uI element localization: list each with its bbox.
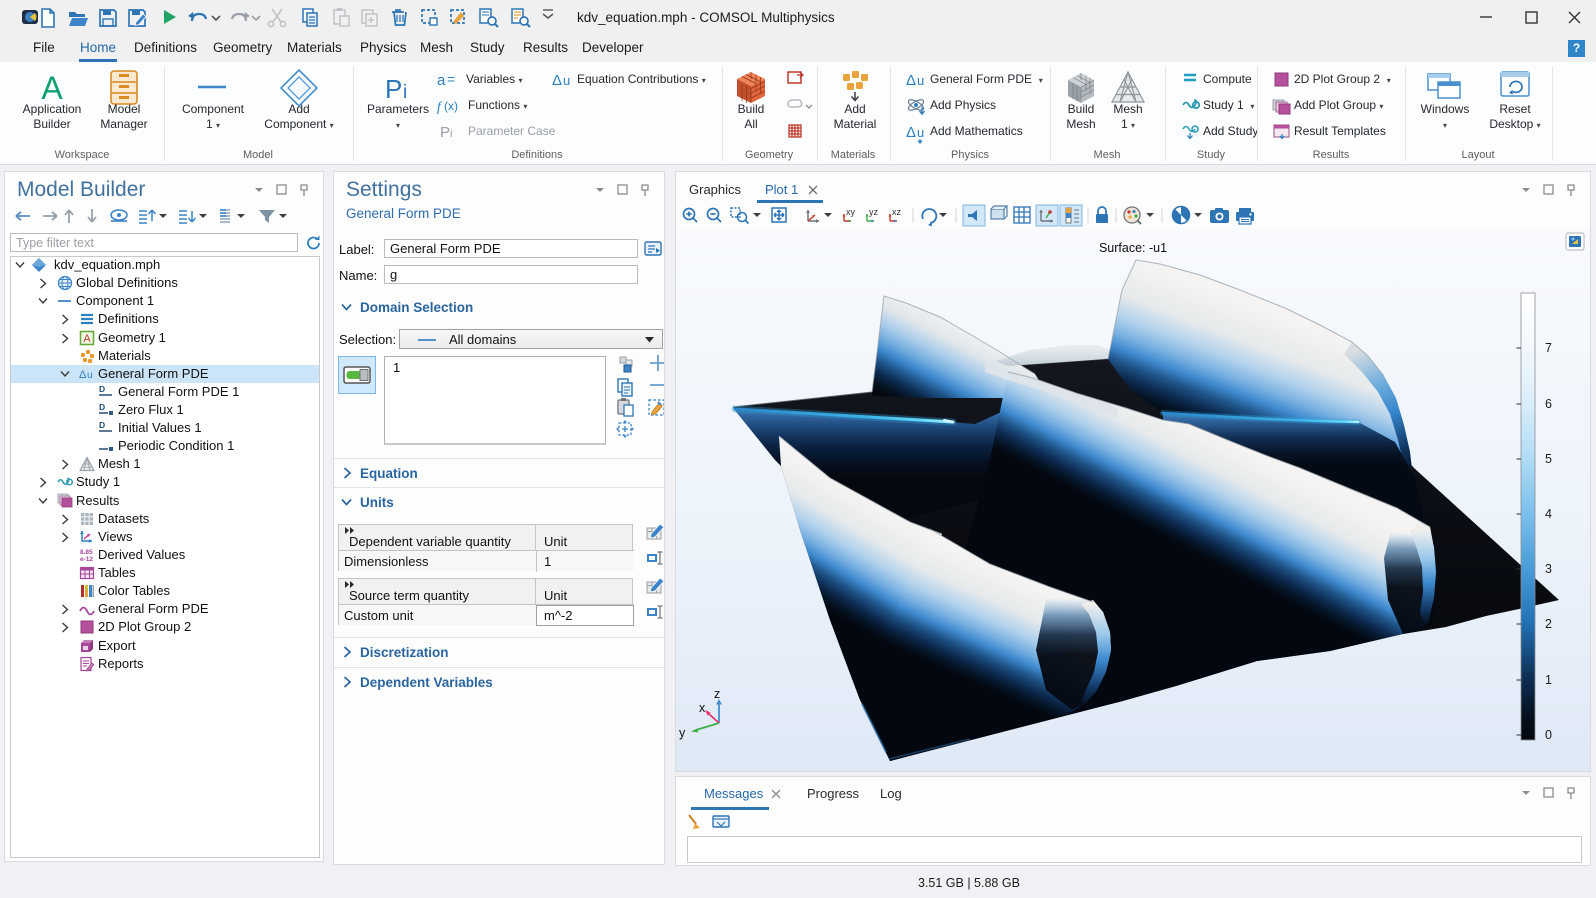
svg-text:z: z xyxy=(714,687,720,701)
svg-text:xz: xz xyxy=(892,207,902,217)
svg-text:3: 3 xyxy=(1545,562,1552,576)
svg-text:Δ: Δ xyxy=(79,369,87,381)
svg-text:A: A xyxy=(83,333,91,345)
svg-text:xy: xy xyxy=(846,207,856,217)
svg-text:(x): (x) xyxy=(444,99,458,113)
svg-text:yz: yz xyxy=(869,207,879,217)
svg-text:i: i xyxy=(403,82,407,103)
svg-text:6: 6 xyxy=(1545,397,1552,411)
svg-text:u: u xyxy=(87,370,93,381)
svg-text:Δ: Δ xyxy=(906,72,916,89)
svg-text:5: 5 xyxy=(1545,452,1552,466)
svg-text:Δ: Δ xyxy=(906,124,916,141)
svg-text:u: u xyxy=(563,73,570,88)
svg-text:D: D xyxy=(99,420,105,430)
svg-text:y: y xyxy=(679,726,686,740)
svg-text:1: 1 xyxy=(1545,673,1552,687)
svg-text:x: x xyxy=(699,701,706,715)
svg-text:D: D xyxy=(99,384,105,394)
svg-text:a: a xyxy=(437,72,446,89)
svg-text:0: 0 xyxy=(1545,728,1552,742)
svg-text:Δ: Δ xyxy=(552,72,562,89)
svg-text:u: u xyxy=(917,73,924,88)
svg-text:7: 7 xyxy=(1545,341,1552,355)
svg-text:D: D xyxy=(99,402,105,412)
svg-text:2: 2 xyxy=(1545,617,1552,631)
svg-text:u: u xyxy=(917,125,924,140)
svg-text:8.85: 8.85 xyxy=(80,549,93,556)
svg-text:e-12: e-12 xyxy=(80,556,93,563)
svg-text:Surface: -u1: Surface: -u1 xyxy=(1099,241,1167,255)
svg-text:i: i xyxy=(450,128,452,140)
svg-text:4: 4 xyxy=(1545,507,1552,521)
svg-text:A: A xyxy=(41,70,63,106)
svg-text:P: P xyxy=(440,124,450,141)
svg-text:P: P xyxy=(385,74,402,104)
svg-text:=: = xyxy=(447,71,455,87)
